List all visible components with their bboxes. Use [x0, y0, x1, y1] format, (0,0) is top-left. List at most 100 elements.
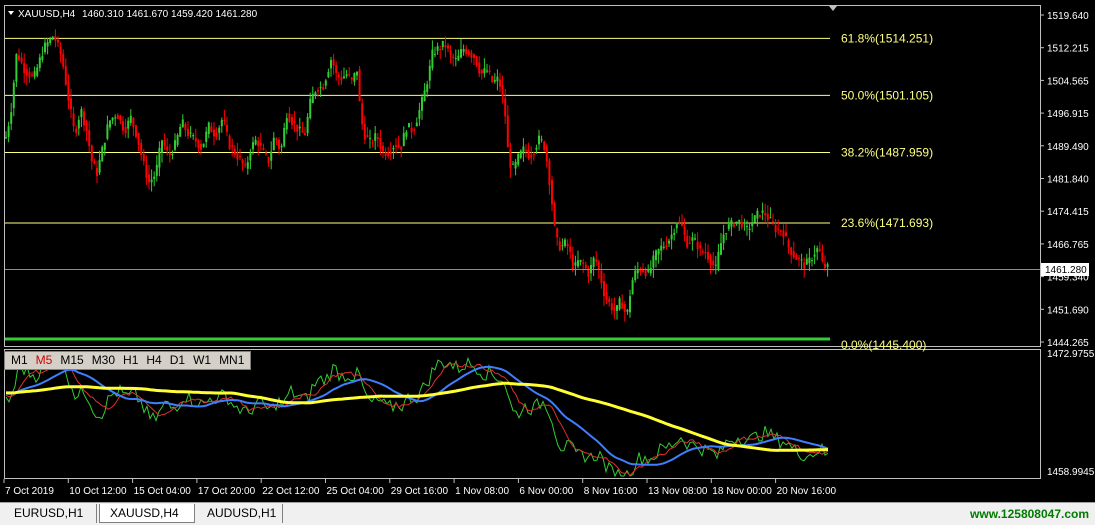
candle-body — [174, 140, 176, 150]
ma-fast-line — [5, 356, 829, 478]
candle-body — [595, 259, 598, 262]
candle-body — [171, 154, 174, 156]
candle-body — [493, 80, 496, 82]
candle-body — [826, 264, 829, 267]
timeframe-button-m5[interactable]: M5 — [32, 352, 57, 369]
candle-body — [535, 147, 538, 150]
candle-body — [148, 174, 150, 183]
candle-body — [662, 246, 665, 248]
current-price-label: 1461.280 — [1045, 265, 1087, 276]
candle-body — [140, 143, 143, 156]
candle-body — [122, 121, 124, 131]
candle-body — [818, 249, 821, 251]
timeframe-button-mn1[interactable]: MN1 — [215, 352, 248, 369]
candle-body — [62, 53, 65, 67]
candle-body — [163, 139, 166, 146]
fibonacci-retracement[interactable]: 61.8%(1514.251) 50.0%(1501.105) 38.2%(1487… — [5, 31, 933, 352]
candle-body — [574, 262, 577, 266]
candle-body — [753, 215, 756, 223]
candle-body — [657, 249, 660, 255]
candle-body — [473, 54, 475, 58]
chart-tab[interactable]: AUDUSD,H1 — [197, 504, 283, 523]
chart-tab[interactable]: EURUSD,H1 — [4, 504, 97, 523]
candle-body — [813, 254, 816, 257]
time-tick-label: 10 Oct 12:00 — [69, 486, 127, 497]
candle-body — [800, 259, 803, 261]
candle-body — [90, 145, 93, 162]
candle-body — [740, 221, 743, 228]
time-tick-label: 13 Nov 08:00 — [648, 486, 708, 497]
chart-canvas[interactable]: 61.8%(1514.251) 50.0%(1501.105) 38.2%(1487… — [0, 0, 1095, 525]
candle-body — [707, 252, 709, 260]
candle-body — [486, 70, 488, 72]
timeframe-button-d1[interactable]: D1 — [166, 352, 189, 369]
candle-body — [395, 145, 397, 148]
timeframe-button-w1[interactable]: W1 — [189, 352, 215, 369]
candle-body — [215, 132, 218, 138]
candle-body — [709, 256, 712, 266]
candle-body — [811, 260, 813, 262]
candle-body — [265, 153, 267, 155]
candle-body — [545, 146, 548, 162]
chart-tab[interactable]: XAUUSD,H4 — [99, 504, 195, 523]
candle-body — [59, 46, 62, 54]
time-tick-label: 29 Oct 16:00 — [391, 486, 449, 497]
candle-body — [259, 142, 262, 146]
candle-body — [179, 127, 182, 137]
time-tick-label: 18 Nov 00:00 — [712, 486, 772, 497]
ma-slow-line — [5, 365, 829, 466]
candle-body — [790, 247, 793, 256]
candle-body — [644, 269, 647, 277]
candle-body — [239, 156, 241, 158]
candle-body — [517, 153, 520, 165]
timeframe-button-m15[interactable]: M15 — [56, 352, 87, 369]
candle-body — [231, 144, 234, 147]
timeframe-button-m1[interactable]: M1 — [7, 352, 32, 369]
candle-body — [213, 129, 215, 137]
candle-body — [608, 298, 611, 303]
time-axis: 7 Oct 2019 10 Oct 12:00 15 Oct 04:00 17 Oct… — [3, 479, 837, 497]
timeframe-button-h1[interactable]: H1 — [119, 352, 142, 369]
time-tick-label: 25 Oct 04:00 — [327, 486, 385, 497]
candle-body — [795, 255, 798, 260]
candle-body — [428, 65, 431, 81]
time-tick-label: 1 Nov 08:00 — [455, 486, 509, 497]
candle-body — [18, 55, 20, 61]
candle-body — [405, 131, 408, 137]
candle-body — [309, 98, 312, 119]
price-axis: 1519.640 1512.215 1504.565 1496.915 1489.490… — [1040, 11, 1089, 349]
candle-body — [665, 245, 668, 248]
candle-body — [465, 48, 468, 55]
candle-body — [480, 69, 483, 74]
candle-body — [605, 292, 608, 300]
timeframe-button-h4[interactable]: H4 — [142, 352, 165, 369]
candle-body — [460, 49, 462, 58]
candle-body — [311, 93, 314, 104]
candle-body — [727, 224, 730, 230]
candle-body — [350, 77, 353, 80]
candle-body — [761, 210, 764, 214]
candle-body — [631, 280, 634, 295]
candle-body — [475, 56, 478, 66]
candle-body — [246, 162, 249, 169]
sub-axis-label: 1472.9755 — [1047, 349, 1095, 360]
candle-body — [478, 62, 481, 74]
candle-body — [252, 142, 254, 150]
price-tick-label: 1496.915 — [1047, 109, 1089, 120]
timeframe-button-m30[interactable]: M30 — [88, 352, 119, 369]
chart-shift-marker-icon[interactable] — [829, 6, 837, 11]
candle-body — [327, 71, 330, 78]
candle-body — [462, 49, 465, 52]
candle-body — [200, 143, 202, 150]
candle-body — [759, 214, 761, 217]
candle-body — [522, 146, 525, 154]
candle-body — [103, 142, 106, 151]
candle-body — [67, 82, 70, 101]
candle-body — [447, 45, 449, 49]
candle-body — [564, 239, 566, 246]
candle-body — [488, 70, 491, 73]
symbol-dropdown-icon[interactable] — [8, 11, 14, 15]
price-tick-label: 1519.640 — [1047, 11, 1089, 22]
candle-body — [114, 117, 117, 119]
candle-body — [675, 224, 678, 229]
